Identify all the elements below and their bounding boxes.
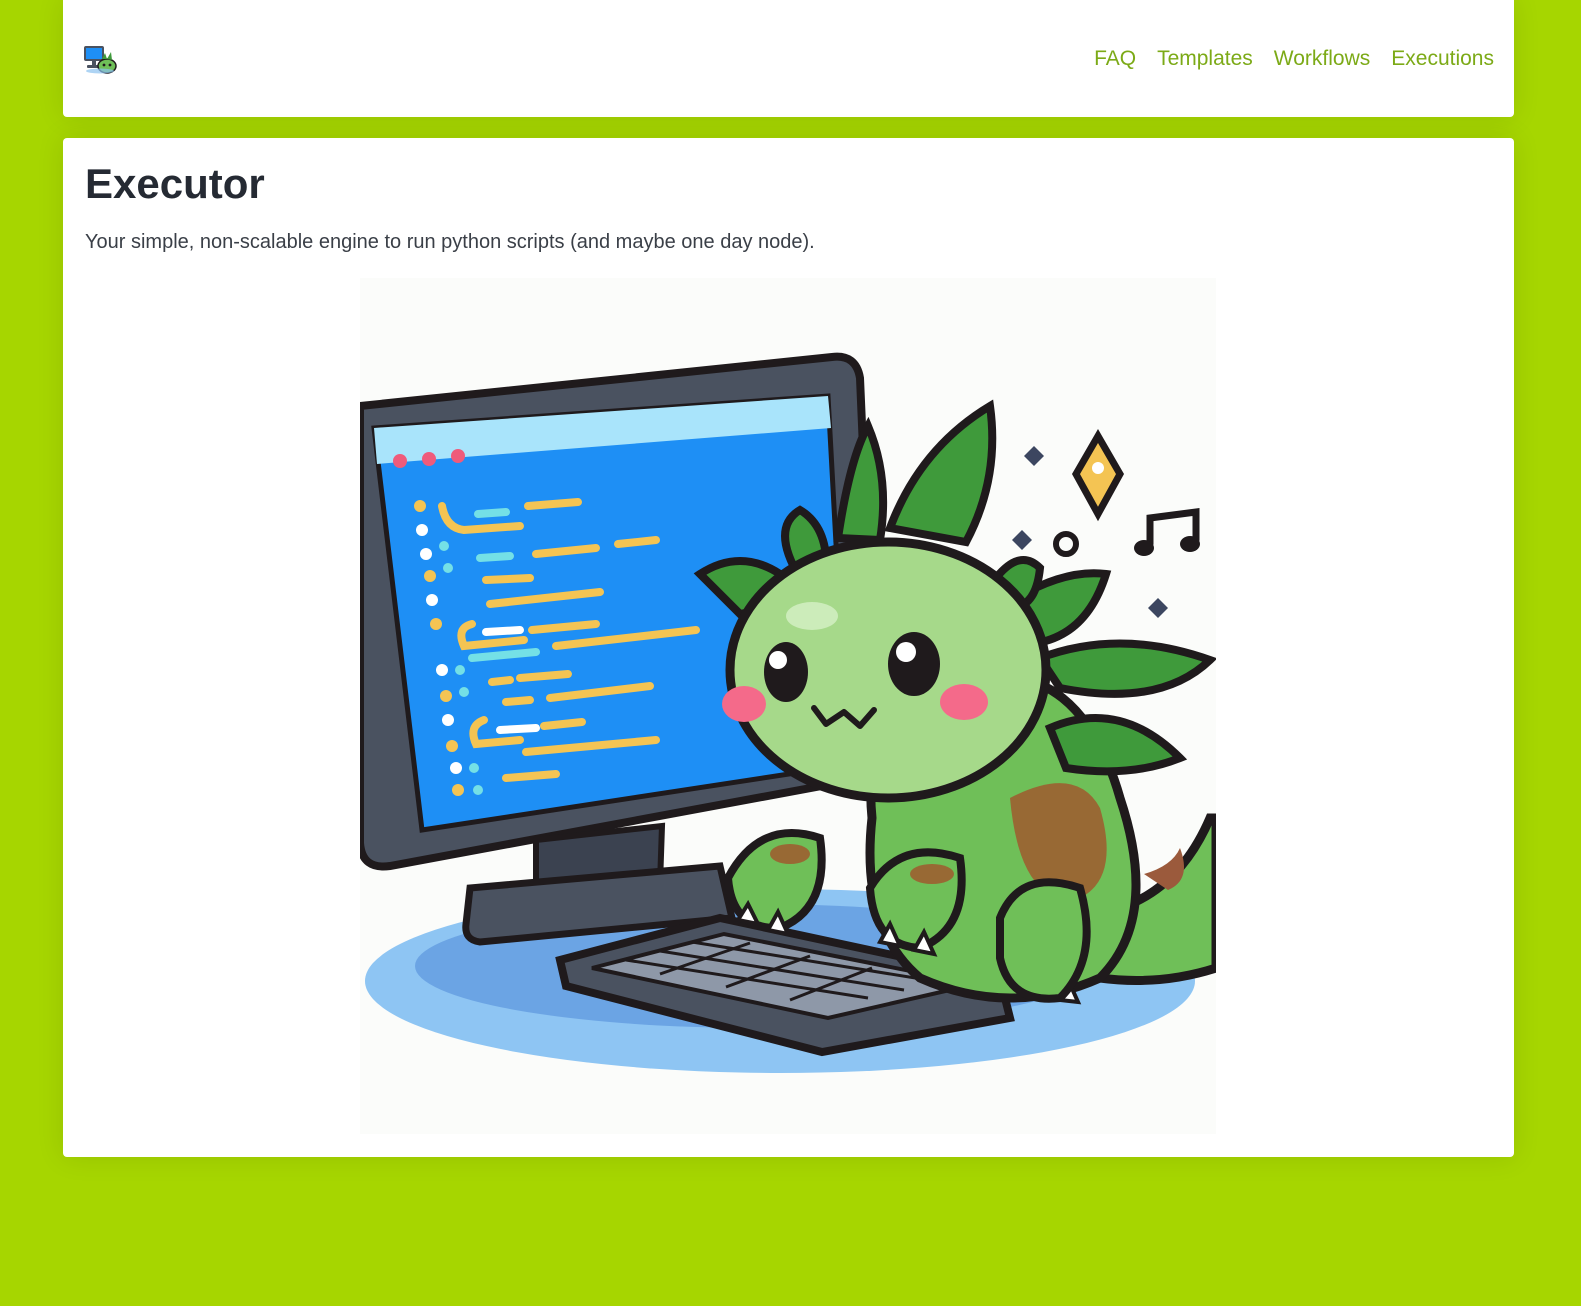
nav-link-templates[interactable]: Templates xyxy=(1157,47,1253,71)
page-title: Executor xyxy=(85,160,265,207)
hero-illustration xyxy=(360,278,1216,1134)
logo-icon[interactable] xyxy=(83,44,117,74)
page-subtitle: Your simple, non-scalable engine to run … xyxy=(85,231,815,253)
nav-link-workflows[interactable]: Workflows xyxy=(1274,47,1370,71)
navbar: FAQ Templates Workflows Executions xyxy=(63,0,1514,117)
main-nav: FAQ Templates Workflows Executions xyxy=(1094,44,1494,74)
nav-link-executions[interactable]: Executions xyxy=(1391,47,1494,71)
nav-link-faq[interactable]: FAQ xyxy=(1094,47,1136,71)
main-card: Executor Your simple, non-scalable engin… xyxy=(63,138,1514,1157)
mascot-illustration xyxy=(360,352,1216,1073)
